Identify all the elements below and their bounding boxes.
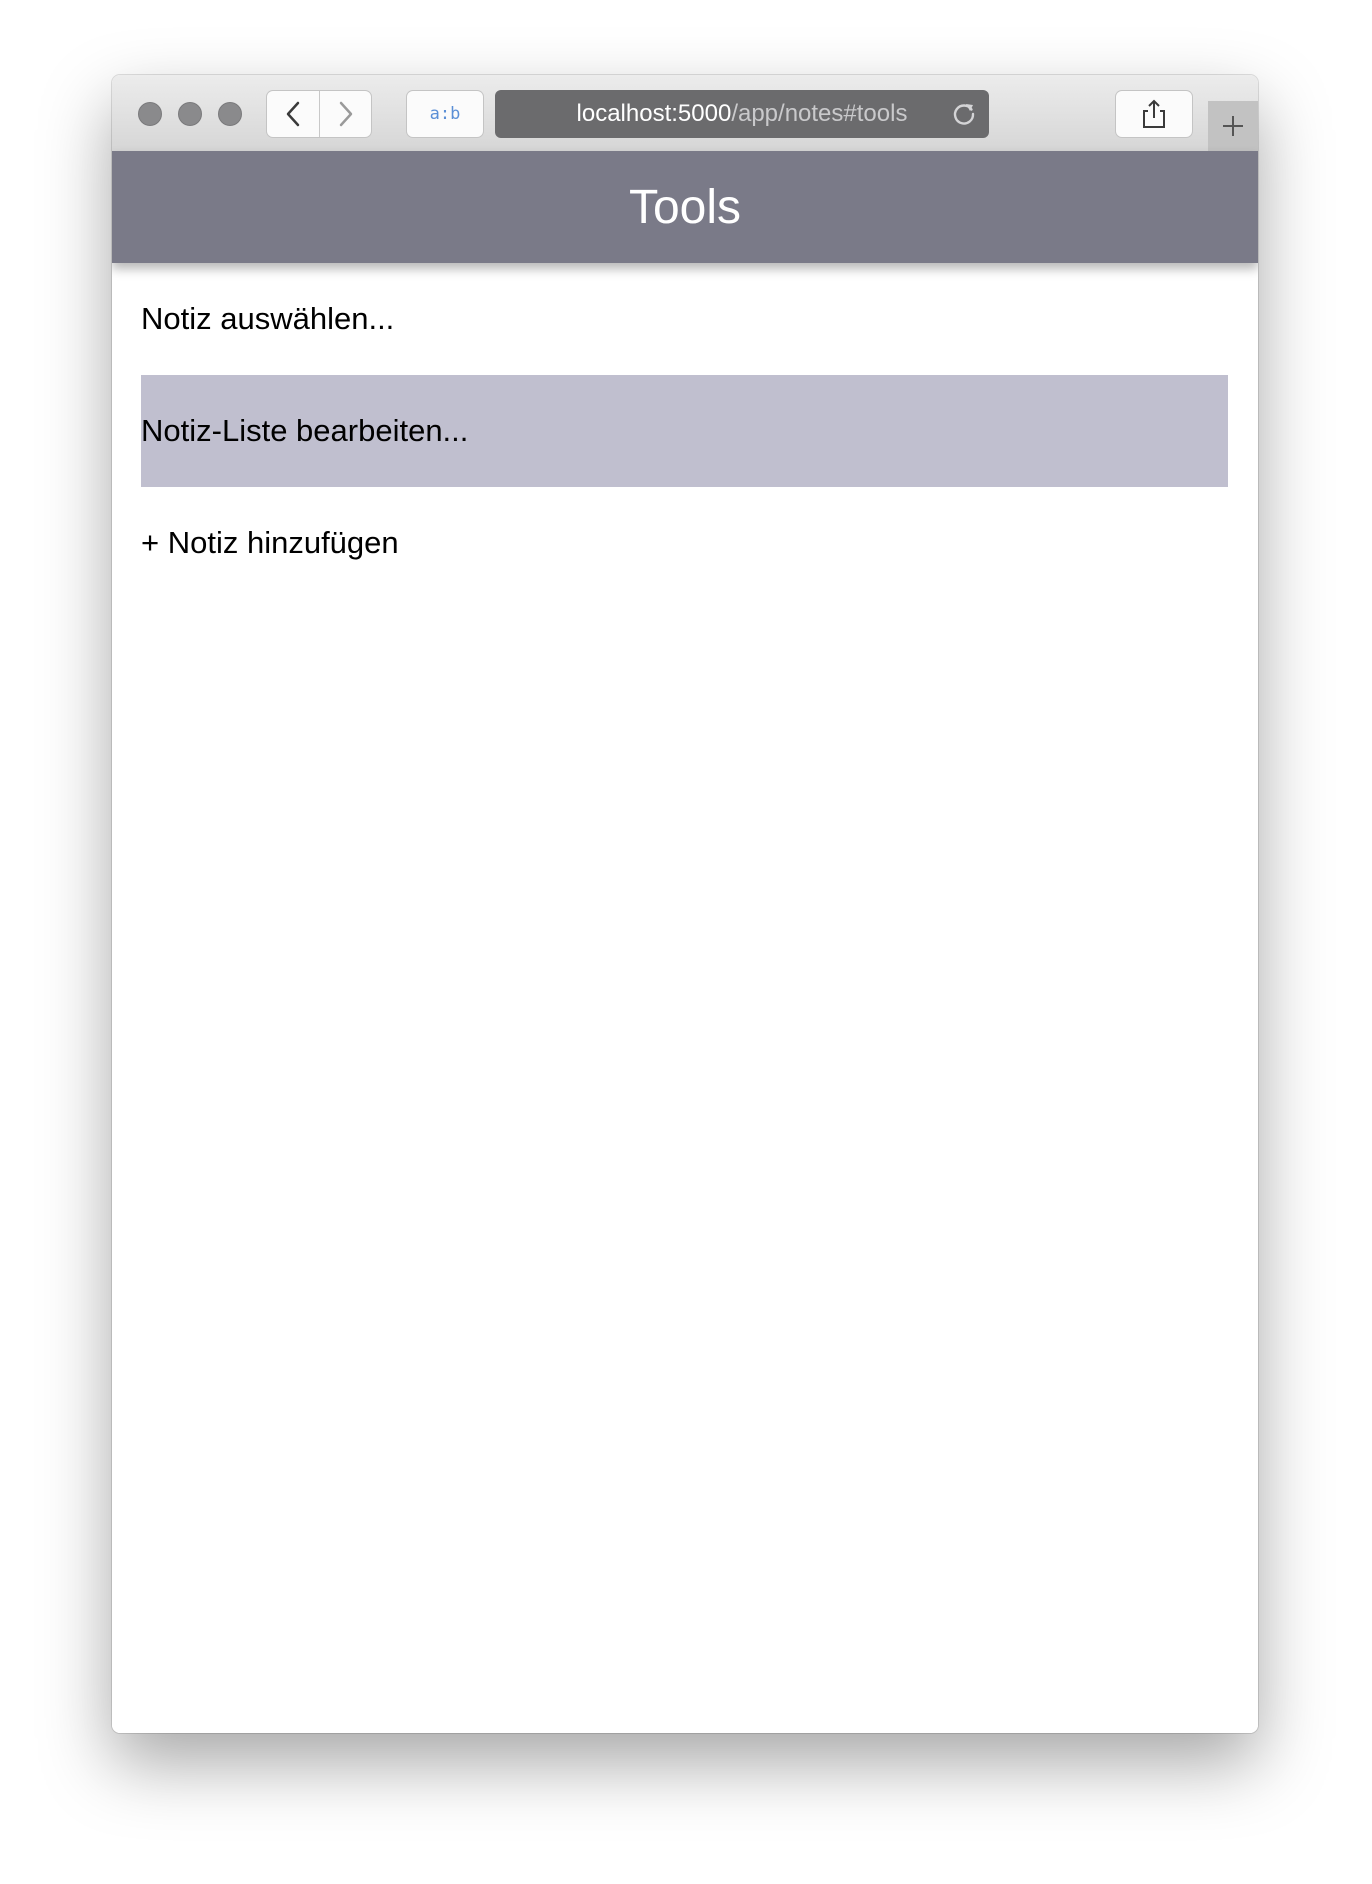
menu-item-edit-note-list[interactable]: Notiz-Liste bearbeiten... bbox=[141, 375, 1228, 487]
back-arrow-icon bbox=[286, 101, 300, 127]
url-path: /app/notes#tools bbox=[731, 100, 908, 127]
menu-item-add-note[interactable]: + Notiz hinzufügen bbox=[141, 487, 1228, 599]
plus-icon bbox=[1223, 116, 1243, 136]
new-tab-button[interactable] bbox=[1208, 101, 1258, 151]
extension-button[interactable]: a:b bbox=[407, 91, 483, 137]
menu-item-label: + Notiz hinzufügen bbox=[141, 525, 399, 560]
tools-menu: Notiz auswählen... Notiz-Liste bearbeite… bbox=[112, 263, 1258, 1733]
menu-item-select-note[interactable]: Notiz auswählen... bbox=[141, 263, 1228, 375]
menu-item-label: Notiz auswählen... bbox=[141, 301, 395, 336]
app-header: Tools bbox=[112, 151, 1258, 263]
window-minimize-button[interactable] bbox=[178, 102, 202, 126]
menu-item-label: Notiz-Liste bearbeiten... bbox=[141, 413, 469, 448]
address-bar[interactable]: localhost:5000/app/notes#tools bbox=[495, 90, 989, 138]
share-button[interactable] bbox=[1116, 91, 1192, 137]
page-title: Tools bbox=[628, 180, 742, 234]
url-host: localhost:5000 bbox=[576, 100, 732, 127]
share-icon bbox=[1143, 99, 1165, 128]
window-maximize-button[interactable] bbox=[218, 102, 242, 126]
window-close-button[interactable] bbox=[138, 102, 162, 126]
browser-toolbar: a:b localhost:5000/app/notes#tools bbox=[112, 75, 1258, 152]
forward-arrow-icon bbox=[339, 101, 352, 127]
navigation-buttons bbox=[267, 91, 371, 137]
extension-label: a:b bbox=[429, 104, 461, 124]
browser-window: a:b localhost:5000/app/notes#tools Tools bbox=[112, 75, 1258, 1733]
reload-icon[interactable] bbox=[951, 101, 977, 127]
back-button[interactable] bbox=[267, 91, 319, 137]
forward-button[interactable] bbox=[319, 91, 371, 137]
